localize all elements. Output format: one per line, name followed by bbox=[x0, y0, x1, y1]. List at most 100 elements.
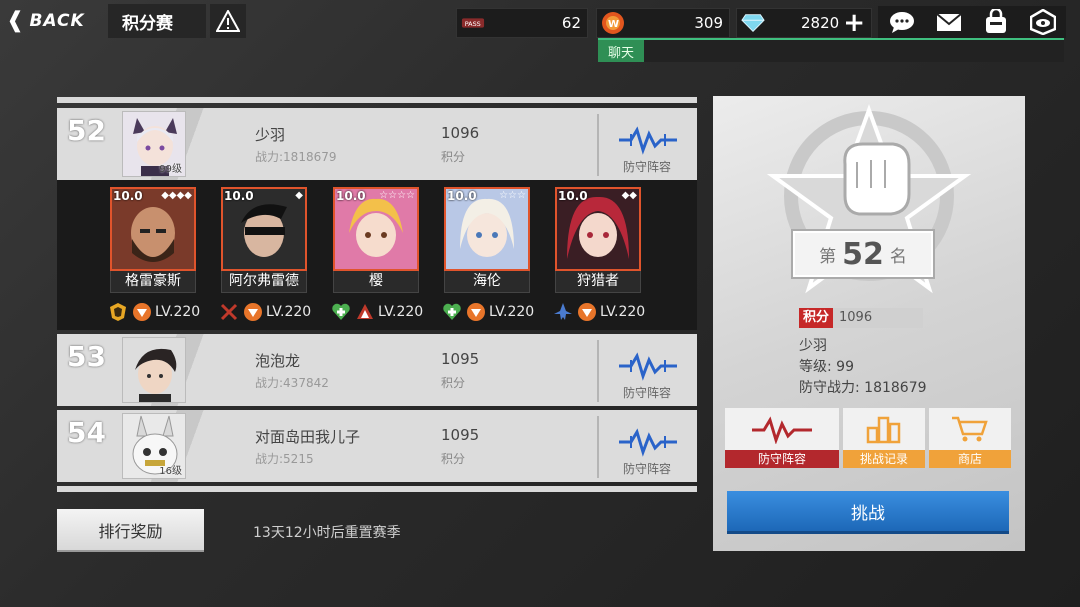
hero-meta: LV.220 bbox=[107, 301, 200, 323]
chat-label: 聊天 bbox=[598, 40, 644, 62]
season-reset-text: 13天12小时后重置赛季 bbox=[253, 525, 401, 541]
defense-lineup-label: 防守阵容 bbox=[725, 450, 839, 468]
player-power: 战力:437842 bbox=[255, 376, 329, 390]
hero-card[interactable]: 10.0 ☆☆☆☆ 樱 bbox=[333, 187, 421, 299]
hero-card[interactable]: 10.0 ◆ 阿尔弗雷德 bbox=[221, 187, 309, 299]
svg-text:W: W bbox=[608, 19, 619, 30]
hero-meta: LV.220 bbox=[218, 301, 311, 323]
defense-lineup-icon bbox=[619, 352, 677, 381]
diamond-resource: 2820 + bbox=[736, 8, 872, 38]
heart-plus-icon bbox=[330, 301, 352, 323]
medal-resource: W 309 bbox=[596, 8, 730, 38]
defense-lineup-button[interactable]: 防守阵容 bbox=[597, 416, 697, 478]
score-value: 1096 bbox=[833, 308, 924, 328]
crossed-swords-icon bbox=[218, 301, 240, 323]
star-rank-icon: ◆◆◆◆ bbox=[161, 190, 192, 201]
player-name: 对面岛田我儿子 bbox=[255, 428, 361, 446]
add-diamond-button[interactable]: + bbox=[843, 10, 865, 36]
top-icon-group bbox=[878, 6, 1066, 38]
hero-star-level: 10.0 bbox=[336, 189, 366, 203]
hero-portrait: 10.0 ◆◆◆◆ bbox=[110, 187, 196, 271]
rank-number: 52 bbox=[67, 114, 106, 147]
ranking-reward-button[interactable]: 排行奖励 bbox=[57, 509, 204, 552]
score-label: 积分 bbox=[441, 452, 466, 466]
hero-name: 狩猎者 bbox=[555, 271, 641, 293]
hero-meta: LV.220 bbox=[330, 301, 423, 323]
avatar-level: 99级 bbox=[159, 164, 182, 175]
medal-value: 309 bbox=[694, 14, 723, 32]
hero-star-level: 10.0 bbox=[558, 189, 588, 203]
hero-card[interactable]: 10.0 ☆☆☆ 海伦 bbox=[444, 187, 532, 299]
star-rank-icon: ◆ bbox=[295, 190, 303, 201]
hero-level: LV.220 bbox=[155, 304, 201, 320]
player-level: 等级: 99 bbox=[799, 359, 854, 375]
hero-level: LV.220 bbox=[489, 304, 535, 320]
list-item-partial-bottom bbox=[57, 486, 697, 492]
player-name: 少羽 bbox=[255, 126, 286, 144]
player-score: 1095 bbox=[441, 426, 480, 444]
score-label: 积分 bbox=[441, 150, 466, 164]
avatar[interactable]: 16级 bbox=[122, 413, 186, 479]
class-badge-icon bbox=[465, 301, 487, 323]
diamond-value: 2820 bbox=[801, 14, 840, 32]
hero-star-level: 10.0 bbox=[224, 189, 254, 203]
warning-icon bbox=[216, 10, 240, 32]
expanded-lineup: 10.0 ◆◆◆◆ 格雷豪斯 LV.220 10.0 ◆ 阿尔弗雷德 LV.22… bbox=[57, 180, 697, 330]
hero-name: 阿尔弗雷德 bbox=[221, 271, 307, 293]
avatar[interactable]: 99级 bbox=[122, 111, 186, 177]
challenge-record-label: 挑战记录 bbox=[843, 450, 925, 468]
table-row[interactable]: 54 16级 对面岛田我儿子 战力:5215 1095 积分 防守阵容 bbox=[57, 410, 697, 482]
score-badge: 积分 bbox=[799, 308, 834, 328]
defense-lineup-label: 防守阵容 bbox=[623, 386, 672, 400]
rank-number: 53 bbox=[67, 340, 106, 373]
heart-plus-icon bbox=[441, 301, 463, 323]
hero-portrait: 10.0 ◆◆ bbox=[555, 187, 641, 271]
star-rank-icon: ◆◆ bbox=[621, 190, 637, 201]
hero-card[interactable]: 10.0 ◆◆◆◆ 格雷豪斯 bbox=[110, 187, 198, 299]
defense-lineup-button[interactable]: 防守阵容 bbox=[597, 340, 697, 402]
svg-text:PASS: PASS bbox=[465, 20, 481, 28]
rank-number: 52 bbox=[842, 236, 884, 272]
defense-lineup-label: 防守阵容 bbox=[623, 462, 672, 476]
hero-level: LV.220 bbox=[600, 304, 646, 320]
table-row[interactable]: 52 99级 少羽 战力:1818679 1096 积分 防守阵容 bbox=[57, 108, 697, 180]
hero-portrait: 10.0 ☆☆☆☆ bbox=[333, 187, 419, 271]
back-arrow-icon: ❰ bbox=[6, 8, 26, 33]
player-name: 泡泡龙 bbox=[255, 352, 301, 370]
shield-icon bbox=[107, 301, 129, 323]
hero-meta: LV.220 bbox=[441, 301, 534, 323]
bag-icon[interactable] bbox=[981, 9, 1011, 35]
hero-star-level: 10.0 bbox=[447, 189, 477, 203]
chat-bubble-icon[interactable] bbox=[887, 9, 917, 35]
hero-name: 樱 bbox=[333, 271, 419, 293]
table-row[interactable]: 53 泡泡龙 战力:437842 1095 积分 防守阵容 bbox=[57, 334, 697, 406]
rank-prefix: 第 bbox=[819, 246, 837, 267]
help-button[interactable] bbox=[210, 4, 246, 38]
star-fist-emblem-icon bbox=[766, 104, 972, 294]
class-badge-icon bbox=[576, 301, 598, 323]
shop-label: 商店 bbox=[929, 450, 1011, 468]
avatar[interactable] bbox=[122, 337, 186, 403]
defense-lineup-label: 防守阵容 bbox=[623, 160, 672, 174]
ticket-icon: PASS bbox=[461, 11, 485, 35]
challenge-record-button[interactable]: 挑战记录 bbox=[843, 408, 925, 468]
class-badge-icon bbox=[131, 301, 153, 323]
hero-portrait: 10.0 ☆☆☆ bbox=[444, 187, 530, 271]
back-button[interactable]: ❰ BACK bbox=[6, 6, 106, 36]
hero-card[interactable]: 10.0 ◆◆ 狩猎者 bbox=[555, 187, 643, 299]
top-bar: ❰ BACK 积分赛 PASS 62 W 309 2820 + 聊天 bbox=[0, 0, 1080, 62]
ticket-resource: PASS 62 bbox=[456, 8, 588, 38]
shop-button[interactable]: 商店 bbox=[929, 408, 1011, 468]
player-detail-panel: 第 52 名 积分 1096 少羽 等级: 99 防守战力: 1818679 防… bbox=[713, 96, 1025, 551]
challenge-button[interactable]: 挑战 bbox=[727, 491, 1009, 534]
defense-lineup-button[interactable]: 防守阵容 bbox=[597, 114, 697, 176]
mail-icon[interactable] bbox=[934, 9, 964, 35]
hero-level: LV.220 bbox=[378, 304, 424, 320]
chat-bar[interactable]: 聊天 bbox=[598, 38, 1064, 62]
defense-lineup-button[interactable]: 防守阵容 bbox=[725, 408, 839, 468]
settings-eye-icon[interactable] bbox=[1028, 9, 1058, 35]
list-item-partial-top bbox=[57, 97, 697, 103]
player-score: 1096 bbox=[441, 124, 480, 142]
star-rank-icon: ☆☆☆☆ bbox=[379, 190, 415, 201]
page-title: 积分赛 bbox=[108, 4, 206, 38]
